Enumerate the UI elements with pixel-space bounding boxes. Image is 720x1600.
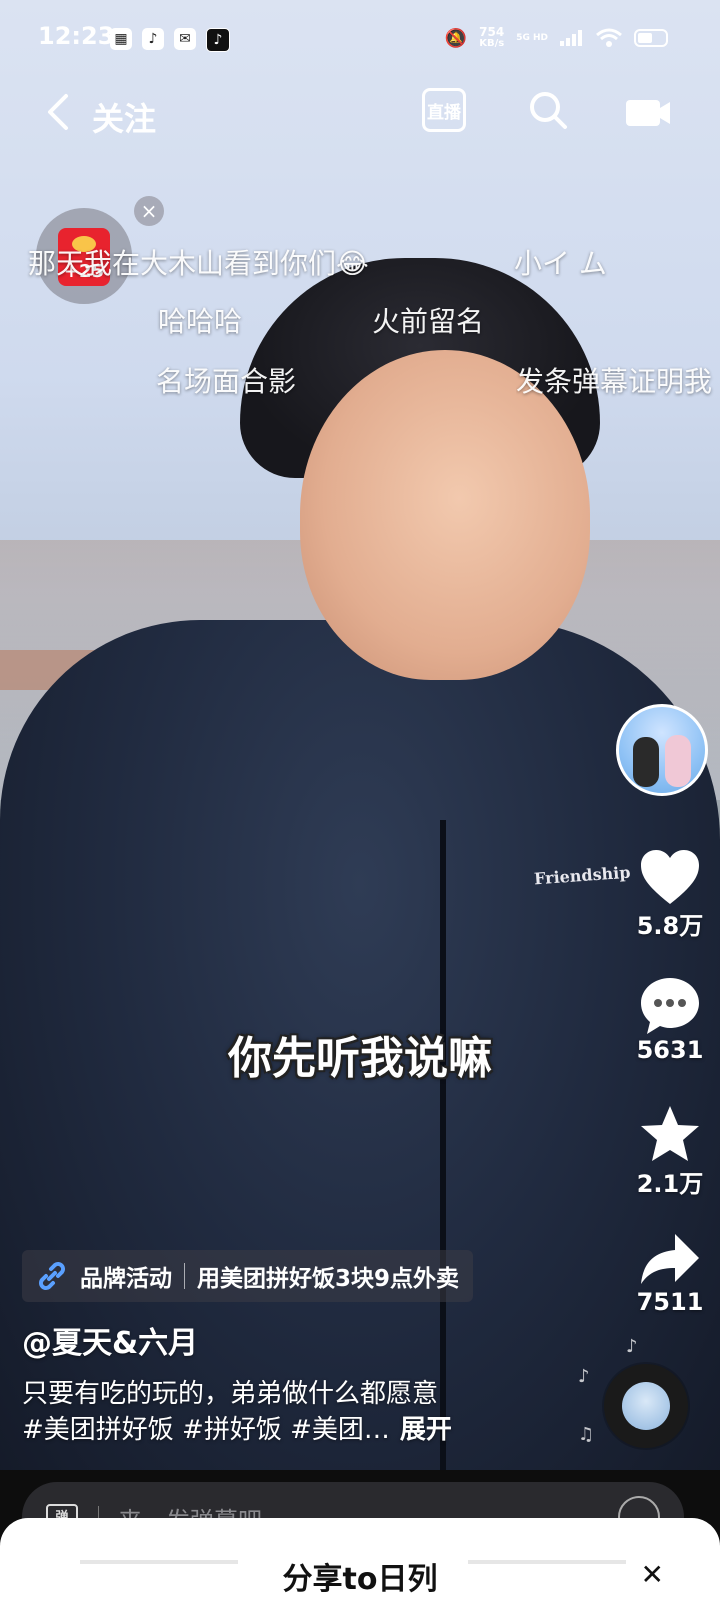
danmu-comment: 名场面合影 — [156, 365, 297, 398]
top-nav: 关注 直播 — [0, 84, 720, 144]
status-bar: 12:23 ▦ ♪ ✉ ♪ 🔕 754 KB/s 5G HD — [0, 0, 720, 80]
battery-icon — [634, 29, 668, 47]
favorite-button[interactable]: 2.1万 — [620, 1104, 720, 1199]
status-time: 12:23 — [38, 22, 115, 50]
sheet-title: 分享to日列 — [282, 1562, 438, 1597]
video-subtitle: 你先听我说嘛 — [228, 1033, 492, 1084]
author-avatar[interactable] — [616, 704, 708, 796]
divider — [184, 1263, 185, 1289]
music-app-icon: ♪ — [142, 28, 164, 50]
live-button[interactable]: 直播 — [422, 88, 466, 132]
brand-text: 用美团拼好饭3块9点外卖 — [197, 1266, 460, 1292]
wifi-icon — [596, 28, 622, 47]
author-name[interactable]: @夏天&六月 — [22, 1318, 198, 1362]
mute-icon: 🔕 — [444, 27, 468, 49]
video-description: 只要有吃的玩的，弟弟做什么都愿意 #美团拼好饭 #拼好饭 #美团… 展开 — [22, 1376, 452, 1448]
share-button[interactable]: 7511 — [620, 1232, 720, 1316]
music-note-icon: ♪ — [578, 1366, 590, 1387]
status-indicators: 🔕 754 KB/s 5G HD — [445, 26, 668, 50]
share-sheet: 分享to日列 ✕ — [0, 1518, 720, 1600]
heart-icon — [641, 850, 699, 904]
music-cover — [622, 1382, 670, 1430]
comment-count: 5631 — [636, 1036, 704, 1064]
like-count: 5.8万 — [636, 912, 704, 940]
link-icon — [39, 1262, 65, 1290]
danmu-comment: 小イ ム — [514, 247, 607, 280]
description-line: 只要有吃的玩的，弟弟做什么都愿意 — [22, 1379, 439, 1409]
favorite-count: 2.1万 — [636, 1170, 704, 1198]
avatar-person — [633, 737, 659, 787]
comment-icon — [641, 978, 699, 1034]
like-button[interactable]: 5.8万 — [620, 848, 720, 941]
share-arrow-icon — [641, 1234, 699, 1284]
danmu-comment: 那天我在大木山看到你们😂 — [28, 247, 369, 280]
notification-icons: ▦ ♪ ✉ ♪ — [110, 28, 230, 52]
music-note-icon: ♫ — [578, 1424, 595, 1445]
hashtags[interactable]: #美团拼好饭 #拼好饭 #美团… — [22, 1415, 390, 1445]
brand-activity-chip[interactable]: 品牌活动 用美团拼好饭3块9点外卖 — [22, 1250, 474, 1302]
tiktok-app-icon: ♪ — [206, 28, 230, 52]
comment-button[interactable]: 5631 — [620, 976, 720, 1064]
star-icon — [641, 1106, 699, 1161]
close-icon[interactable]: ✕ — [641, 1558, 664, 1591]
expand-link[interactable]: 展开 — [400, 1415, 452, 1445]
music-disc[interactable] — [604, 1364, 688, 1448]
signal-icon — [560, 30, 582, 46]
music-note-icon: ♪ — [626, 1336, 638, 1357]
brand-tag: 品牌活动 — [80, 1266, 172, 1292]
danmu-comment: 火前留名 — [372, 305, 485, 338]
close-icon[interactable]: × — [134, 196, 164, 226]
follow-tab[interactable]: 关注 — [92, 94, 156, 140]
avatar-person — [665, 735, 691, 787]
net-speed: 754 KB/s — [479, 25, 505, 49]
game-app-icon: ▦ — [110, 28, 132, 50]
network-type: 5G HD — [516, 33, 548, 43]
message-app-icon: ✉ — [174, 28, 196, 50]
back-arrow-icon[interactable] — [42, 92, 72, 139]
danmu-comment: 哈哈哈 — [158, 305, 243, 338]
search-icon[interactable] — [528, 90, 568, 130]
screen-cast-icon[interactable] — [626, 98, 670, 128]
danmu-comment: 发条弹幕证明我 — [516, 365, 713, 398]
share-count: 7511 — [636, 1288, 704, 1316]
